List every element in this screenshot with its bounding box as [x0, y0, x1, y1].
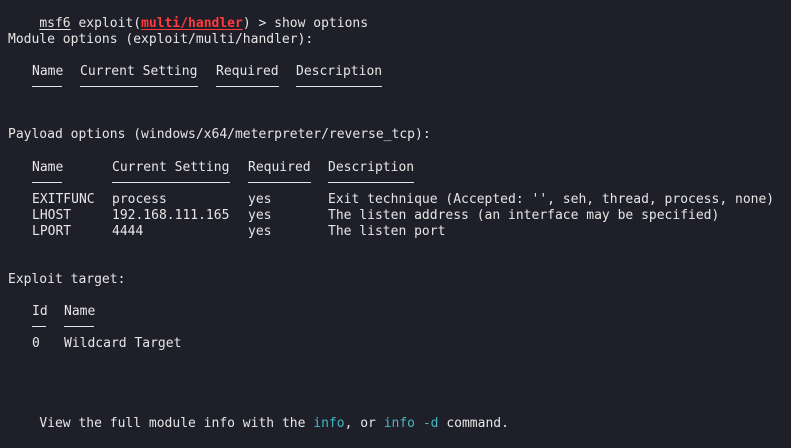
prompt-post: ) >	[242, 16, 275, 31]
payload-row-required: yes	[248, 208, 272, 223]
payload-row-description: The listen address (an interface may be …	[328, 208, 720, 223]
payload-row-description: Exit technique (Accepted: '', seh, threa…	[328, 192, 775, 207]
payload-row-setting: 192.168.111.165	[112, 208, 230, 223]
payload-row-description: The listen port	[328, 224, 446, 239]
payload-row-required: yes	[248, 192, 272, 207]
payload-row-required: yes	[248, 224, 272, 239]
module-col-required: Required	[216, 64, 279, 79]
module-col-name-divider	[32, 86, 62, 87]
module-col-setting: Current Setting	[80, 64, 198, 79]
module-col-description: Description	[296, 64, 383, 79]
target-col-id-divider	[32, 326, 46, 327]
payload-col-name-divider	[32, 182, 62, 183]
footer-info-command: info	[313, 416, 345, 431]
footer-pre: View the full module info with the	[39, 416, 314, 431]
payload-row-name: EXITFUNC	[32, 192, 95, 207]
footer-info-d-command: info -d	[383, 416, 439, 431]
payload-col-setting: Current Setting	[112, 160, 230, 175]
payload-row-setting: process	[112, 192, 167, 207]
payload-row-name: LHOST	[32, 208, 72, 223]
footer-post: command.	[438, 416, 509, 431]
module-col-setting-divider	[80, 86, 198, 87]
payload-col-required: Required	[248, 160, 311, 175]
module-col-required-divider	[216, 86, 279, 87]
prompt-command: show options	[274, 16, 369, 31]
target-row-name: Wildcard Target	[64, 336, 182, 351]
payload-col-name: Name	[32, 160, 64, 175]
target-col-id: Id	[32, 304, 48, 319]
module-col-description-divider	[296, 86, 382, 87]
payload-row-name: LPORT	[32, 224, 72, 239]
prompt-pre: exploit(	[70, 16, 142, 31]
prompt-user: msf6	[39, 16, 71, 31]
exploit-target-heading: Exploit target:	[8, 272, 126, 287]
target-row-id: 0	[32, 336, 40, 351]
payload-row-setting: 4444	[112, 224, 144, 239]
footer-mid: , or	[344, 416, 384, 431]
payload-options-heading: Payload options (windows/x64/meterpreter…	[8, 127, 431, 142]
module-options-heading: Module options (exploit/multi/handler):	[8, 32, 314, 47]
payload-col-setting-divider	[112, 182, 230, 183]
module-col-name: Name	[32, 64, 64, 79]
prompt-line: msf6 exploit(multi/handler) > show optio…	[8, 0, 368, 31]
terminal-output[interactable]: msf6 exploit(multi/handler) > show optio…	[8, 0, 791, 431]
target-col-name: Name	[64, 304, 96, 319]
payload-col-description: Description	[328, 160, 415, 175]
footer-line: View the full module info with the info,…	[8, 400, 509, 431]
prompt-module: multi/handler	[141, 16, 243, 31]
payload-col-description-divider	[328, 182, 414, 183]
payload-col-required-divider	[248, 182, 311, 183]
target-col-name-divider	[64, 326, 94, 327]
